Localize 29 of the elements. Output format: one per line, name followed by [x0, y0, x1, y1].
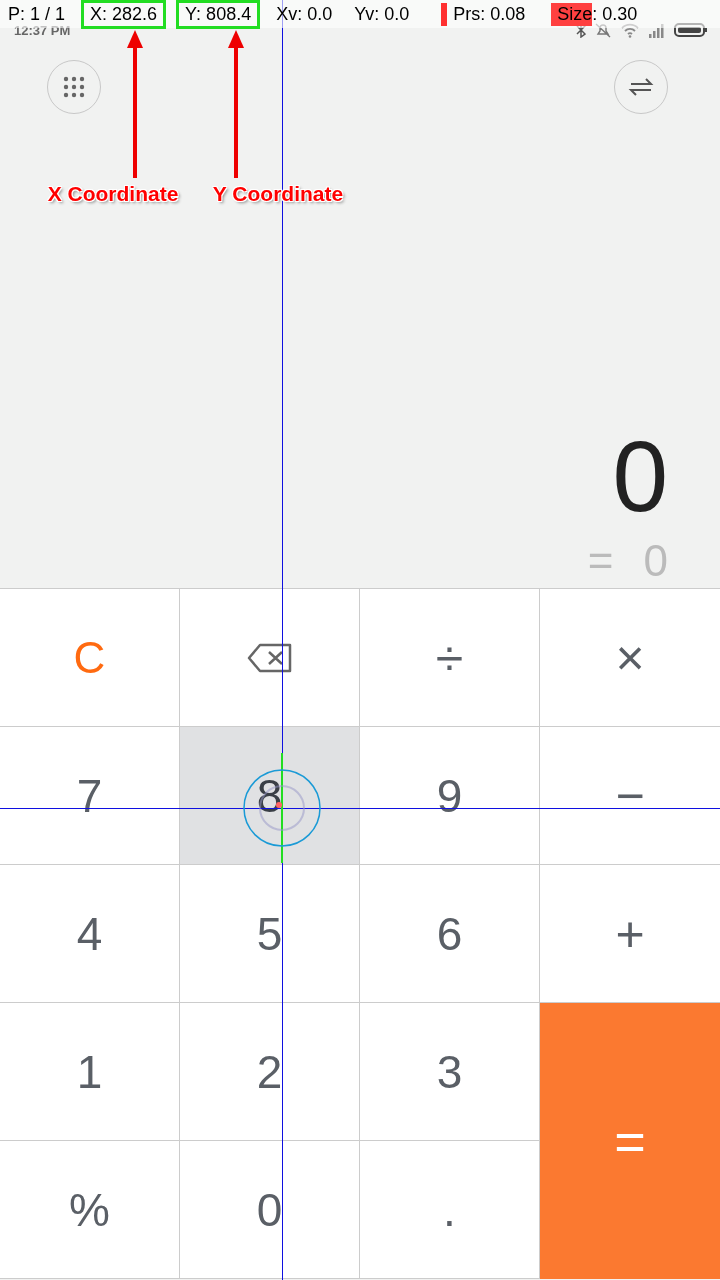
result-equals-sign: =: [587, 536, 614, 586]
pointer-readout: Y: 808.4: [176, 0, 261, 29]
dots-grid-icon: [63, 76, 85, 98]
calculator-key[interactable]: %: [0, 1141, 180, 1279]
calculator-key[interactable]: 6: [360, 865, 540, 1003]
calculator-key[interactable]: ÷: [360, 589, 540, 727]
pointer-readout: P: 1 / 1: [7, 2, 67, 26]
pointer-readout: Prs: 0.08: [441, 2, 532, 26]
status-time: 12:37 PM: [14, 23, 71, 38]
calculator-key[interactable]: 1: [0, 1003, 180, 1141]
calculator-key[interactable]: 3: [360, 1003, 540, 1141]
battery-icon: [674, 22, 708, 38]
wifi-icon: [620, 22, 640, 38]
pointer-readout: Xv: 0.0: [275, 2, 334, 26]
calculator-key[interactable]: 4: [0, 865, 180, 1003]
calculator-key[interactable]: .: [360, 1141, 540, 1279]
calculator-key[interactable]: 7: [0, 727, 180, 865]
expression-display: 0: [612, 426, 668, 526]
backspace-icon: [246, 642, 293, 673]
calculator-key[interactable]: 0: [180, 1141, 360, 1279]
pointer-readout: Yv: 0.0: [353, 2, 411, 26]
annotation-label: X Coordinate: [47, 182, 179, 206]
pointer-readout: X: 282.6: [81, 0, 167, 29]
swap-arrows-icon: [628, 76, 654, 98]
calculator-key[interactable]: 2: [180, 1003, 360, 1141]
calculator-key[interactable]: 9: [360, 727, 540, 865]
calculator-key[interactable]: 5: [180, 865, 360, 1003]
signal-icon: [648, 22, 666, 38]
muted-bell-icon: [594, 22, 612, 38]
